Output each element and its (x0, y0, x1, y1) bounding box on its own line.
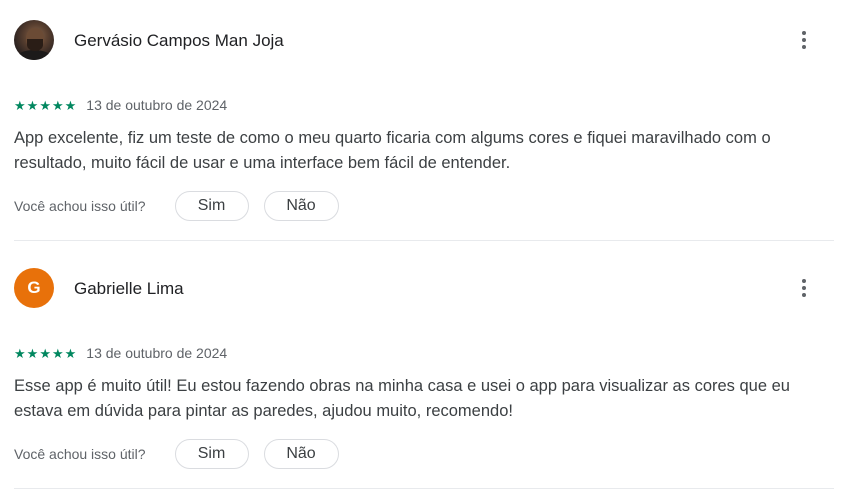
more-options-button[interactable] (790, 268, 818, 308)
star-rating: ★ ★ ★ ★ ★ (14, 99, 76, 112)
review-text: App excelente, fiz um teste de como o me… (14, 129, 771, 172)
star-icon: ★ (64, 97, 77, 113)
review-date: 13 de outubro de 2024 (86, 97, 228, 113)
review-author-name: Gervásio Campos Man Joja (74, 31, 284, 50)
more-options-button[interactable] (790, 20, 818, 60)
avatar: G (14, 268, 54, 308)
helpful-feedback: Você achou isso útil? Sim Não (14, 439, 339, 469)
helpful-yes-button[interactable]: Sim (174, 191, 249, 221)
star-icon: ★ (64, 345, 77, 361)
star-icon: ★ (39, 97, 51, 113)
review-text: Esse app é muito útil! Eu estou fazendo … (14, 377, 790, 420)
star-icon: ★ (26, 97, 39, 113)
review-meta: ★ ★ ★ ★ ★ 13 de outubro de 2024 (14, 96, 227, 114)
more-vert-icon (802, 31, 806, 35)
star-icon: ★ (51, 97, 64, 113)
star-icon: ★ (14, 345, 26, 361)
review-header: G Gabrielle Lima (14, 268, 834, 309)
helpful-prompt: Você achou isso útil? (14, 198, 146, 214)
helpful-feedback: Você achou isso útil? Sim Não (14, 191, 339, 221)
helpful-no-button[interactable]: Não (263, 439, 339, 469)
helpful-no-button[interactable]: Não (263, 191, 339, 221)
helpful-prompt: Você achou isso útil? (14, 446, 146, 462)
review-author-name: Gabrielle Lima (74, 279, 184, 298)
avatar (14, 20, 54, 60)
helpful-yes-button[interactable]: Sim (174, 439, 249, 469)
divider (14, 488, 834, 489)
star-icon: ★ (26, 345, 39, 361)
divider (14, 240, 834, 241)
star-rating: ★ ★ ★ ★ ★ (14, 347, 76, 360)
review-meta: ★ ★ ★ ★ ★ 13 de outubro de 2024 (14, 344, 227, 362)
review-header: Gervásio Campos Man Joja (14, 20, 834, 61)
star-icon: ★ (39, 345, 51, 361)
star-icon: ★ (51, 345, 64, 361)
review-date: 13 de outubro de 2024 (86, 345, 228, 361)
more-vert-icon (802, 279, 806, 283)
star-icon: ★ (14, 97, 26, 113)
